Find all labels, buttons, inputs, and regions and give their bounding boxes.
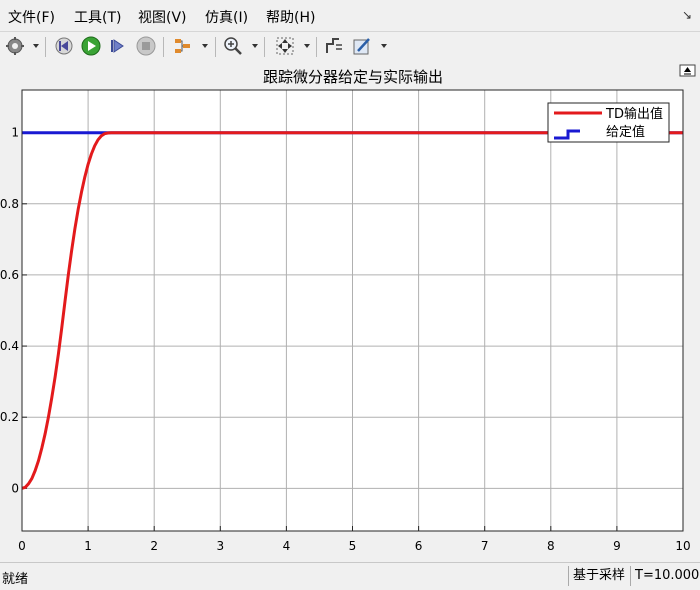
- run-icon[interactable]: [81, 36, 101, 56]
- toolbar-separator: [215, 37, 216, 57]
- toolbar: [0, 31, 700, 63]
- legend[interactable]: TD输出值 给定值: [547, 102, 670, 143]
- expand-axes-icon[interactable]: [679, 64, 696, 77]
- legend-label-setpoint: 给定值: [606, 124, 645, 140]
- toolbar-separator: [45, 37, 46, 57]
- menu-bar: 文件(F) 工具(T) 视图(V) 仿真(I) 帮助(H) ↘: [0, 0, 700, 30]
- gear-icon[interactable]: [5, 36, 25, 56]
- step-forward-icon[interactable]: [108, 36, 128, 56]
- x-tick-label: 7: [481, 539, 489, 553]
- y-tick-label: 0.8: [0, 197, 19, 211]
- signal-select-icon[interactable]: [173, 36, 193, 56]
- legend-label-td: TD输出值: [605, 106, 663, 122]
- x-tick-label: 3: [216, 539, 224, 553]
- step-back-icon[interactable]: [54, 36, 74, 56]
- stop-icon[interactable]: [136, 36, 156, 56]
- y-tick-label: 0.2: [0, 410, 19, 424]
- x-tick-label: 5: [349, 539, 357, 553]
- plot-area: 跟踪微分器给定与实际输出 0 1 2 3 4 5 6 7 8 9 10 0 0.2 0.4 0.6 0.8 1 …: [0, 62, 700, 562]
- toolbar-separator: [316, 37, 317, 57]
- menu-simulation[interactable]: 仿真(I): [205, 7, 248, 27]
- x-tick-label: 8: [547, 539, 555, 553]
- style-edit-icon[interactable]: [352, 36, 372, 56]
- status-bar: 就绪 基于采样 T=10.000: [0, 562, 700, 590]
- zoom-in-icon[interactable]: [223, 36, 243, 56]
- undock-arrow-icon[interactable]: ↘: [682, 8, 692, 22]
- y-tick-label: 0: [11, 481, 19, 495]
- x-tick-label: 4: [283, 539, 291, 553]
- cursor-measure-icon[interactable]: [324, 36, 344, 56]
- settings-dropdown-arrow-icon[interactable]: [33, 44, 39, 48]
- chart[interactable]: 跟踪微分器给定与实际输出 0 1 2 3 4 5 6 7 8 9 1000.20.40.60.81 …: [0, 62, 700, 562]
- y-tick-label: 0.4: [0, 339, 19, 353]
- fit-dropdown-arrow-icon[interactable]: [304, 44, 310, 48]
- zoom-dropdown-arrow-icon[interactable]: [252, 44, 258, 48]
- x-tick-label: 9: [613, 539, 621, 553]
- x-tick-label: 2: [150, 539, 158, 553]
- fit-to-view-icon[interactable]: [275, 36, 295, 56]
- menu-help[interactable]: 帮助(H): [266, 7, 315, 27]
- menu-view[interactable]: 视图(V): [138, 7, 187, 27]
- x-tick-label: 1: [84, 539, 92, 553]
- y-tick-label: 1: [11, 126, 19, 140]
- x-tick-label: 10: [675, 539, 690, 553]
- toolbar-separator: [163, 37, 164, 57]
- menu-file[interactable]: 文件(F): [8, 7, 55, 27]
- chart-title: 跟踪微分器给定与实际输出: [263, 68, 443, 86]
- signal-dropdown-arrow-icon[interactable]: [202, 44, 208, 48]
- y-tick-label: 0.6: [0, 268, 19, 282]
- x-tick-label: 0: [18, 539, 26, 553]
- status-ready: 就绪: [2, 572, 29, 587]
- toolbar-separator: [264, 37, 265, 57]
- x-tick-label: 6: [415, 539, 423, 553]
- style-dropdown-arrow-icon[interactable]: [381, 44, 387, 48]
- status-time: T=10.000: [630, 566, 699, 586]
- status-mode: 基于采样: [568, 566, 631, 586]
- menu-tools[interactable]: 工具(T): [74, 7, 121, 27]
